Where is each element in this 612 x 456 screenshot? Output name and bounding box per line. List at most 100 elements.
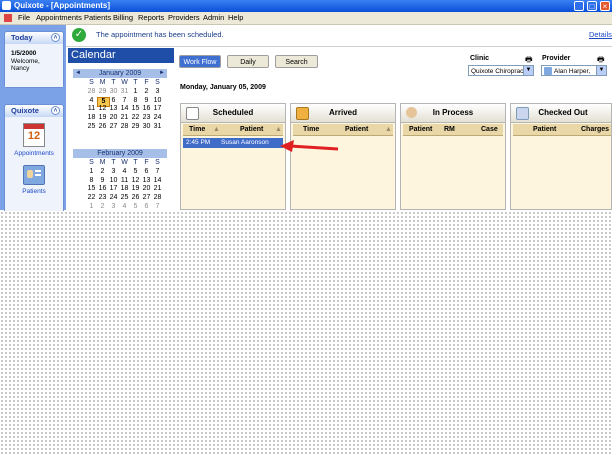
- calendar-day[interactable]: 25: [119, 194, 130, 202]
- calendar-day[interactable]: 13: [141, 177, 152, 185]
- calendar-day[interactable]: 29: [97, 88, 108, 96]
- calendar-day[interactable]: 3: [152, 88, 163, 96]
- calendar-day[interactable]: 16: [141, 105, 152, 113]
- column-header-rm[interactable]: RM: [444, 124, 455, 135]
- calendar-day[interactable]: 12: [130, 177, 141, 185]
- calendar-day[interactable]: 2: [97, 168, 108, 176]
- calendar-day[interactable]: 31: [119, 88, 130, 96]
- collapse-chevron-icon[interactable]: ˄: [51, 106, 60, 115]
- calendar-day[interactable]: 27: [141, 194, 152, 202]
- calendar-day[interactable]: 18: [119, 185, 130, 193]
- calendar-day[interactable]: 28: [86, 88, 97, 96]
- calendar-day[interactable]: 19: [130, 185, 141, 193]
- column-header-time[interactable]: Time: [189, 124, 205, 135]
- calendar-day[interactable]: 7: [119, 97, 130, 105]
- quixote-header[interactable]: Quixote ˄: [5, 105, 63, 117]
- calendar-day[interactable]: 10: [152, 97, 163, 105]
- calendar-day[interactable]: 17: [108, 185, 119, 193]
- calendar-day[interactable]: 31: [152, 123, 163, 131]
- calendar-day[interactable]: 21: [119, 114, 130, 122]
- calendar-day[interactable]: 14: [119, 105, 130, 113]
- calendar-day[interactable]: 3: [108, 168, 119, 176]
- column-header-patient[interactable]: Patient: [533, 124, 556, 135]
- left-sidebar: Today ˄ 1/5/2000 Welcome, Nancy Quixote …: [0, 25, 66, 216]
- calendar-day[interactable]: 28: [152, 194, 163, 202]
- calendar-day[interactable]: 21: [152, 185, 163, 193]
- calendar-day[interactable]: 6: [108, 97, 119, 105]
- calendar-day[interactable]: 23: [141, 114, 152, 122]
- today-header-label: Today: [11, 33, 33, 42]
- calendar-day[interactable]: 1: [130, 88, 141, 96]
- calendar-day[interactable]: 30: [141, 123, 152, 131]
- calendar-day[interactable]: 17: [152, 105, 163, 113]
- calendar-day[interactable]: 24: [152, 114, 163, 122]
- appointments-nav-item[interactable]: 12 Appointments: [5, 123, 63, 157]
- column-header-patient[interactable]: Patient: [345, 124, 368, 135]
- close-window-button[interactable]: ×: [600, 1, 610, 11]
- column-header-patient[interactable]: Patient: [240, 124, 263, 135]
- collapse-chevron-icon[interactable]: ˄: [51, 33, 60, 42]
- table-row[interactable]: 2:45 PM Susan Aaronson: [183, 138, 283, 148]
- calendar-day[interactable]: 16: [97, 185, 108, 193]
- column-header-patient[interactable]: Patient: [409, 124, 432, 135]
- calendar-day[interactable]: 11: [86, 105, 97, 113]
- calendar-day[interactable]: 27: [108, 123, 119, 131]
- calendar-day[interactable]: 9: [141, 97, 152, 105]
- calendar-day[interactable]: 22: [130, 114, 141, 122]
- calendar-day[interactable]: 12: [97, 105, 108, 113]
- calendar-day[interactable]: 6: [141, 168, 152, 176]
- calendar-day[interactable]: 11: [119, 177, 130, 185]
- calendar-day[interactable]: 8: [86, 177, 97, 185]
- details-link[interactable]: Details: [589, 30, 612, 39]
- menu-appointments[interactable]: Appointments: [36, 12, 82, 24]
- calendar-day[interactable]: 26: [97, 123, 108, 131]
- provider-select[interactable]: Alan Harper, ▼: [541, 65, 607, 76]
- clinic-select[interactable]: Quixote Chiroprac ▼: [468, 65, 534, 76]
- calendar-day[interactable]: 23: [97, 194, 108, 202]
- calendar-day[interactable]: 29: [130, 123, 141, 131]
- calendar-day[interactable]: 28: [119, 123, 130, 131]
- next-month-arrow-icon[interactable]: ►: [159, 69, 165, 78]
- menu-reports[interactable]: Reports: [138, 12, 164, 24]
- scheduled-table-header: Time ▲ Patient ▲: [183, 124, 283, 136]
- calendar-day[interactable]: 15: [86, 185, 97, 193]
- calendar-day[interactable]: 20: [108, 114, 119, 122]
- menu-patients[interactable]: Patients: [84, 12, 111, 24]
- calendar-day[interactable]: 2: [141, 88, 152, 96]
- menu-help[interactable]: Help: [228, 12, 243, 24]
- today-header[interactable]: Today ˄: [5, 32, 63, 44]
- menu-admin[interactable]: Admin: [203, 12, 224, 24]
- calendar-day[interactable]: 5: [130, 168, 141, 176]
- calendar-day[interactable]: 20: [141, 185, 152, 193]
- tab-daily[interactable]: Daily: [227, 55, 269, 68]
- calendar-day[interactable]: 9: [97, 177, 108, 185]
- menu-file[interactable]: File: [18, 12, 30, 24]
- calendar-day[interactable]: 19: [97, 114, 108, 122]
- calendar-day[interactable]: 25: [86, 123, 97, 131]
- minimize-button[interactable]: _: [574, 1, 584, 11]
- column-header-case[interactable]: Case: [481, 124, 498, 135]
- menu-billing[interactable]: Billing: [113, 12, 133, 24]
- calendar-day[interactable]: 13: [108, 105, 119, 113]
- calendar-day[interactable]: 18: [86, 114, 97, 122]
- calendar-day[interactable]: 4: [86, 97, 97, 105]
- tab-work-flow[interactable]: Work Flow: [179, 55, 221, 68]
- maximize-button[interactable]: □: [587, 1, 597, 11]
- menu-providers[interactable]: Providers: [168, 12, 200, 24]
- calendar-day[interactable]: 1: [86, 168, 97, 176]
- calendar-day[interactable]: 24: [108, 194, 119, 202]
- column-header-time[interactable]: Time: [303, 124, 319, 135]
- calendar-day[interactable]: 15: [130, 105, 141, 113]
- tab-search[interactable]: Search: [275, 55, 318, 68]
- calendar-day[interactable]: 30: [108, 88, 119, 96]
- calendar-day[interactable]: 14: [152, 177, 163, 185]
- calendar-day[interactable]: 22: [86, 194, 97, 202]
- column-header-charges[interactable]: Charges: [581, 124, 609, 135]
- calendar-day[interactable]: 8: [130, 97, 141, 105]
- calendar-day[interactable]: 10: [108, 177, 119, 185]
- patients-nav-item[interactable]: Patients: [5, 165, 63, 195]
- calendar-day[interactable]: 7: [152, 168, 163, 176]
- calendar-day[interactable]: 26: [130, 194, 141, 202]
- calendar-day[interactable]: 4: [119, 168, 130, 176]
- prev-month-arrow-icon[interactable]: ◄: [75, 69, 81, 78]
